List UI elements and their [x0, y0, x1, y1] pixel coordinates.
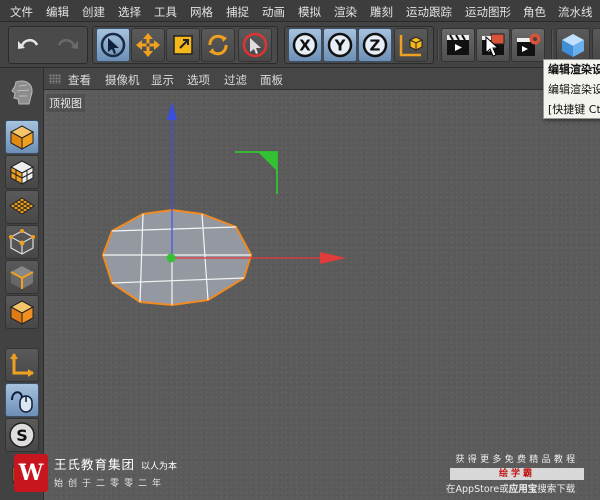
world-coordinates-icon: [399, 35, 423, 57]
scale-box-icon: [173, 35, 193, 55]
viewport-menu-view[interactable]: 查看: [68, 72, 91, 88]
mouse-tweak-icon: [11, 391, 33, 413]
edges-cube-icon: [10, 266, 34, 289]
scale-tool-button[interactable]: [166, 28, 200, 62]
coordinate-system-button[interactable]: [394, 28, 428, 62]
watermark-promo: 获得更多免费精品教程 绘学霸 在AppStore或应用宝搜索下载: [446, 452, 588, 495]
snapping-button[interactable]: S: [5, 418, 39, 452]
y-axis-icon: Y: [327, 32, 353, 58]
model-mode-button[interactable]: [5, 120, 39, 154]
viewport-scene: [101, 102, 346, 307]
undo-icon: [18, 38, 39, 49]
polygons-cube-icon: [9, 300, 35, 325]
render-settings-gear-icon: [517, 33, 541, 56]
brand-slogan: 以人为本: [141, 462, 178, 472]
menu-select[interactable]: 选择: [118, 4, 141, 20]
menu-snap[interactable]: 捕捉: [226, 4, 249, 20]
main-toolbar: X Y Z: [0, 22, 600, 68]
menu-animate[interactable]: 动画: [262, 4, 285, 20]
y-axis-lock-button[interactable]: Y: [323, 28, 357, 62]
promo-line-1: 获得更多免费精品教程: [455, 455, 579, 465]
menu-bar: 文件 编辑 创建 选择 工具 网格 捕捉 动画 模拟 渲染 雕刻 运动跟踪 运动…: [0, 0, 600, 22]
redo-button[interactable]: [50, 28, 84, 62]
menu-motion-tracking[interactable]: 运动跟踪: [406, 4, 452, 20]
enable-axis-button[interactable]: [5, 348, 39, 382]
promo-line-3: 在AppStore或应用宝搜索下载: [446, 484, 576, 495]
checker-cube-icon: [9, 160, 35, 185]
clapperboard-icon: [447, 34, 469, 55]
menu-mesh[interactable]: 网格: [190, 4, 213, 20]
menu-character[interactable]: 角色: [523, 4, 546, 20]
promo-app-name: 绘学霸: [450, 468, 584, 480]
cube-icon: [562, 34, 584, 57]
texture-mode-button[interactable]: [5, 155, 39, 189]
svg-text:Y: Y: [334, 37, 347, 55]
recent-tool-button[interactable]: [238, 28, 272, 62]
brand-founded: 始创于二零零二年: [54, 479, 167, 489]
menu-tools[interactable]: 工具: [154, 4, 177, 20]
cursor-select-icon: [100, 32, 126, 58]
sculpt-head-button[interactable]: [5, 76, 39, 110]
viewport-menu-filter[interactable]: 过滤: [224, 72, 247, 88]
viewport-menu-options[interactable]: 选项: [187, 72, 210, 88]
rotate-icon: [208, 34, 228, 56]
x-axis-lock-button[interactable]: X: [288, 28, 322, 62]
move-arrows-icon: [136, 33, 160, 57]
live-selection-button[interactable]: [96, 28, 130, 62]
world-y-corner-gizmo: [235, 151, 278, 194]
menu-sculpt[interactable]: 雕刻: [370, 4, 393, 20]
polygons-mode-button[interactable]: [5, 295, 39, 329]
x-axis-icon: X: [292, 32, 318, 58]
tooltip: 编辑渲染设 编辑渲染设 [快捷键 Ct: [543, 59, 600, 119]
toolbar-separator: [551, 30, 553, 60]
svg-text:X: X: [299, 37, 311, 55]
menu-render[interactable]: 渲染: [334, 4, 357, 20]
z-axis-icon: Z: [362, 32, 388, 58]
edges-mode-button[interactable]: [5, 260, 39, 294]
menu-pipeline[interactable]: 流水线: [558, 4, 593, 20]
axis-corner-icon: [10, 353, 34, 377]
cursor-circle-icon: [242, 32, 268, 58]
render-view-button[interactable]: [441, 28, 475, 62]
svg-text:S: S: [16, 426, 28, 445]
tweak-mode-button[interactable]: [5, 383, 39, 417]
menu-simulate[interactable]: 模拟: [298, 4, 321, 20]
tooltip-shortcut: [快捷键 Ct: [548, 103, 600, 116]
panel-grip-handle[interactable]: [49, 74, 61, 84]
menu-create[interactable]: 创建: [82, 4, 105, 20]
tooltip-title: 编辑渲染设: [548, 63, 600, 76]
z-axis-lock-button[interactable]: Z: [358, 28, 392, 62]
snap-s-icon: S: [9, 422, 35, 448]
brand-logo: W: [14, 454, 48, 492]
toolbar-separator: [437, 30, 439, 60]
redo-icon: [57, 38, 78, 49]
rotate-tool-button[interactable]: [201, 28, 235, 62]
grid-plane-icon: [9, 197, 35, 215]
edit-render-settings-button[interactable]: [511, 28, 545, 62]
viewport-menu-panel[interactable]: 面板: [260, 72, 283, 88]
viewport-menu-display[interactable]: 显示: [151, 72, 174, 88]
menu-edit[interactable]: 编辑: [46, 4, 69, 20]
workplane-button[interactable]: [5, 190, 39, 224]
cube-object-button[interactable]: [556, 28, 590, 62]
viewport-menu-bar: 查看 摄像机 显示 选项 过滤 面板: [44, 68, 600, 90]
tooltip-description: 编辑渲染设: [548, 83, 600, 96]
svg-text:Z: Z: [370, 37, 381, 55]
menu-mograph[interactable]: 运动图形: [465, 4, 511, 20]
more-tools-button[interactable]: [592, 28, 600, 62]
left-tool-palette: S: [0, 68, 44, 500]
move-tool-button[interactable]: [131, 28, 165, 62]
viewport-menu-cameras[interactable]: 摄像机: [105, 72, 140, 88]
points-mode-button[interactable]: [5, 225, 39, 259]
sculpt-head-icon: [11, 80, 33, 105]
points-cube-icon: [9, 229, 35, 255]
menu-file[interactable]: 文件: [10, 4, 33, 20]
undo-button[interactable]: [12, 28, 46, 62]
brand-name: 王氏教育集团 以人为本: [54, 457, 178, 472]
model-cube-icon: [9, 125, 35, 150]
mouse-cursor-icon: [485, 36, 500, 57]
top-viewport[interactable]: 顶视图: [44, 90, 600, 500]
object-pivot-point[interactable]: [166, 253, 176, 263]
